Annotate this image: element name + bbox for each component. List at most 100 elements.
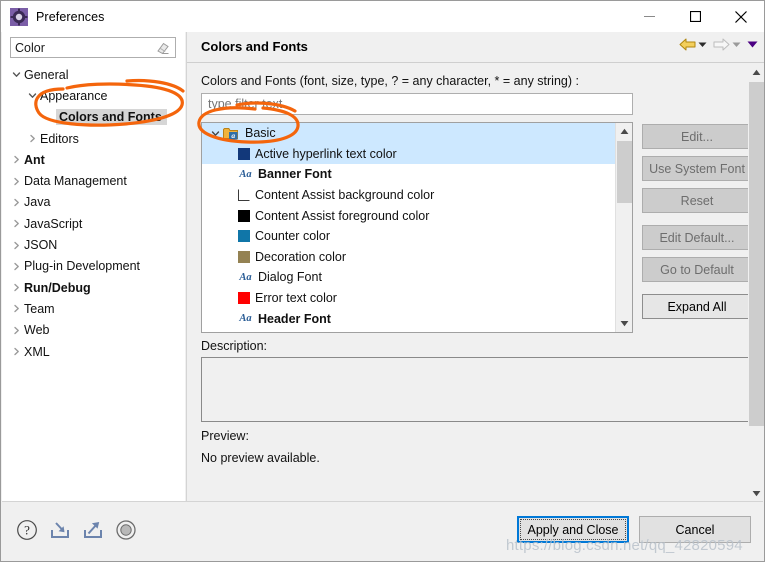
apply-and-close-button[interactable]: Apply and Close (517, 516, 629, 543)
sidebar-item-colors-and-fonts[interactable]: Colors and Fonts (2, 107, 185, 128)
list-item[interactable]: Hyperlink text color (202, 329, 615, 332)
color-swatch (238, 292, 250, 305)
dialog-button-bar: ? Apply and Close Cancel (2, 501, 763, 560)
chevron-right-icon[interactable] (8, 198, 24, 207)
page-header: Colors and Fonts (187, 32, 764, 63)
list-item[interactable]: Decoration color (202, 247, 615, 268)
sidebar-item-label: Plug-in Development (24, 259, 141, 274)
page-nav-controls (679, 37, 758, 52)
maximize-button[interactable] (672, 1, 718, 32)
color-swatch (238, 209, 250, 222)
chevron-right-icon[interactable] (8, 177, 24, 186)
chevron-down-icon[interactable] (24, 91, 40, 100)
chevron-right-icon[interactable] (8, 262, 24, 271)
record-icon[interactable] (115, 519, 137, 541)
sidebar-item-ant[interactable]: Ant (2, 149, 185, 170)
sidebar-item-plug-in-development[interactable]: Plug-in Development (2, 256, 185, 277)
button-label: Expand All (667, 299, 727, 314)
list-item[interactable]: Counter color (202, 226, 615, 247)
page-scroll-up-icon[interactable] (748, 64, 764, 81)
sidebar-item-javascript[interactable]: JavaScript (2, 213, 185, 234)
sidebar-filter-box[interactable] (10, 37, 176, 58)
sidebar-item-label: Colors and Fonts (56, 109, 167, 126)
font-aa-icon: Aa (239, 271, 252, 283)
button-label: Go to Default (660, 262, 734, 277)
sidebar-filter-input[interactable] (11, 40, 153, 55)
sidebar-item-web[interactable]: Web (2, 320, 185, 341)
list-item-label: Active hyperlink text color (255, 146, 397, 161)
svg-text:?: ? (24, 523, 30, 538)
button-label: Reset (680, 193, 714, 208)
chevron-right-icon[interactable] (8, 326, 24, 335)
list-item-label: Error text color (255, 291, 337, 306)
colors-and-fonts-list[interactable]: a Basic Active hyperlink text color Aa Banne… (201, 122, 633, 333)
list-item-label: Decoration color (255, 249, 347, 264)
list-scrollbar[interactable] (615, 123, 632, 332)
sidebar-item-label: JavaScript (24, 216, 83, 231)
sidebar-item-java[interactable]: Java (2, 192, 185, 213)
sidebar-item-data-management[interactable]: Data Management (2, 170, 185, 191)
chevron-down-icon[interactable] (208, 129, 223, 138)
list-scrollbar-thumb[interactable] (617, 141, 632, 203)
view-menu-chevron-down-icon[interactable] (747, 40, 758, 49)
list-item[interactable]: Content Assist foreground color (202, 205, 615, 226)
list-item[interactable]: Aa Banner Font (202, 164, 615, 185)
chevron-down-icon[interactable] (8, 70, 24, 79)
dialog-confirm-buttons: Apply and Close Cancel (517, 516, 751, 543)
import-icon[interactable] (49, 519, 71, 541)
sidebar-item-json[interactable]: JSON (2, 234, 185, 255)
button-label: Edit Default... (659, 230, 735, 245)
chevron-right-icon[interactable] (8, 304, 24, 313)
back-menu-chevron-down-icon[interactable] (698, 40, 707, 49)
back-arrow-icon[interactable] (679, 37, 696, 52)
sidebar-item-general[interactable]: General (2, 64, 185, 85)
sidebar-item-team[interactable]: Team (2, 298, 185, 319)
chevron-right-icon[interactable] (8, 219, 24, 228)
preview-text: No preview available. (201, 451, 320, 465)
sidebar-item-appearance[interactable]: Appearance (2, 85, 185, 106)
preferences-tree[interactable]: General Appearance Colors and Fonts Editors… (2, 64, 185, 502)
svg-text:a: a (231, 131, 235, 140)
sidebar-item-label: Run/Debug (24, 280, 91, 295)
edit-button: Edit... (642, 124, 752, 149)
close-button[interactable] (718, 1, 764, 32)
list-item[interactable]: Aa Dialog Font (202, 267, 615, 288)
theme-filter-box[interactable] (201, 93, 633, 115)
page-scrollbar[interactable] (748, 64, 764, 502)
chevron-right-icon[interactable] (8, 241, 24, 250)
list-item[interactable]: Aa Header Font (202, 308, 615, 329)
page-scrollbar-thumb[interactable] (749, 82, 764, 426)
chevron-right-icon[interactable] (8, 155, 24, 164)
sidebar-item-editors[interactable]: Editors (2, 128, 185, 149)
button-label: Use System Font (649, 161, 745, 176)
section-label: Colors and Fonts (font, size, type, ? = … (201, 74, 579, 88)
preferences-dialog: Preferences GeneralAppea (0, 0, 765, 562)
chevron-right-icon[interactable] (24, 134, 40, 143)
eraser-icon[interactable] (155, 41, 171, 55)
minimize-button[interactable] (626, 1, 672, 32)
list-item[interactable]: a Basic (202, 123, 615, 144)
sidebar-item-label: Editors (40, 131, 79, 146)
scroll-up-icon[interactable] (616, 123, 632, 140)
font-aa-icon: Aa (239, 168, 252, 180)
list-item-label: Banner Font (258, 167, 332, 182)
export-icon[interactable] (82, 519, 104, 541)
page-scroll-down-icon[interactable] (748, 485, 764, 502)
chevron-right-icon[interactable] (8, 283, 24, 292)
chevron-right-icon[interactable] (8, 347, 24, 356)
list-item[interactable]: Content Assist background color (202, 185, 615, 206)
sidebar-item-xml[interactable]: XML (2, 341, 185, 362)
sidebar-item-run-debug[interactable]: Run/Debug (2, 277, 185, 298)
help-icon[interactable]: ? (16, 519, 38, 541)
list-item[interactable]: Active hyperlink text color (202, 143, 615, 165)
expand-all-button[interactable]: Expand All (642, 294, 752, 319)
list-item-label: Dialog Font (258, 270, 322, 285)
page-action-buttons: Edit... Use System Font Reset Edit Default.… (642, 124, 752, 326)
theme-filter-input[interactable] (206, 96, 628, 112)
scroll-down-icon[interactable] (616, 315, 632, 332)
cancel-button[interactable]: Cancel (639, 516, 751, 543)
sidebar-item-label: Appearance (40, 88, 108, 103)
color-swatch (238, 250, 250, 263)
list-item[interactable]: Error text color (202, 288, 615, 309)
sidebar-item-label: Java (24, 195, 51, 210)
